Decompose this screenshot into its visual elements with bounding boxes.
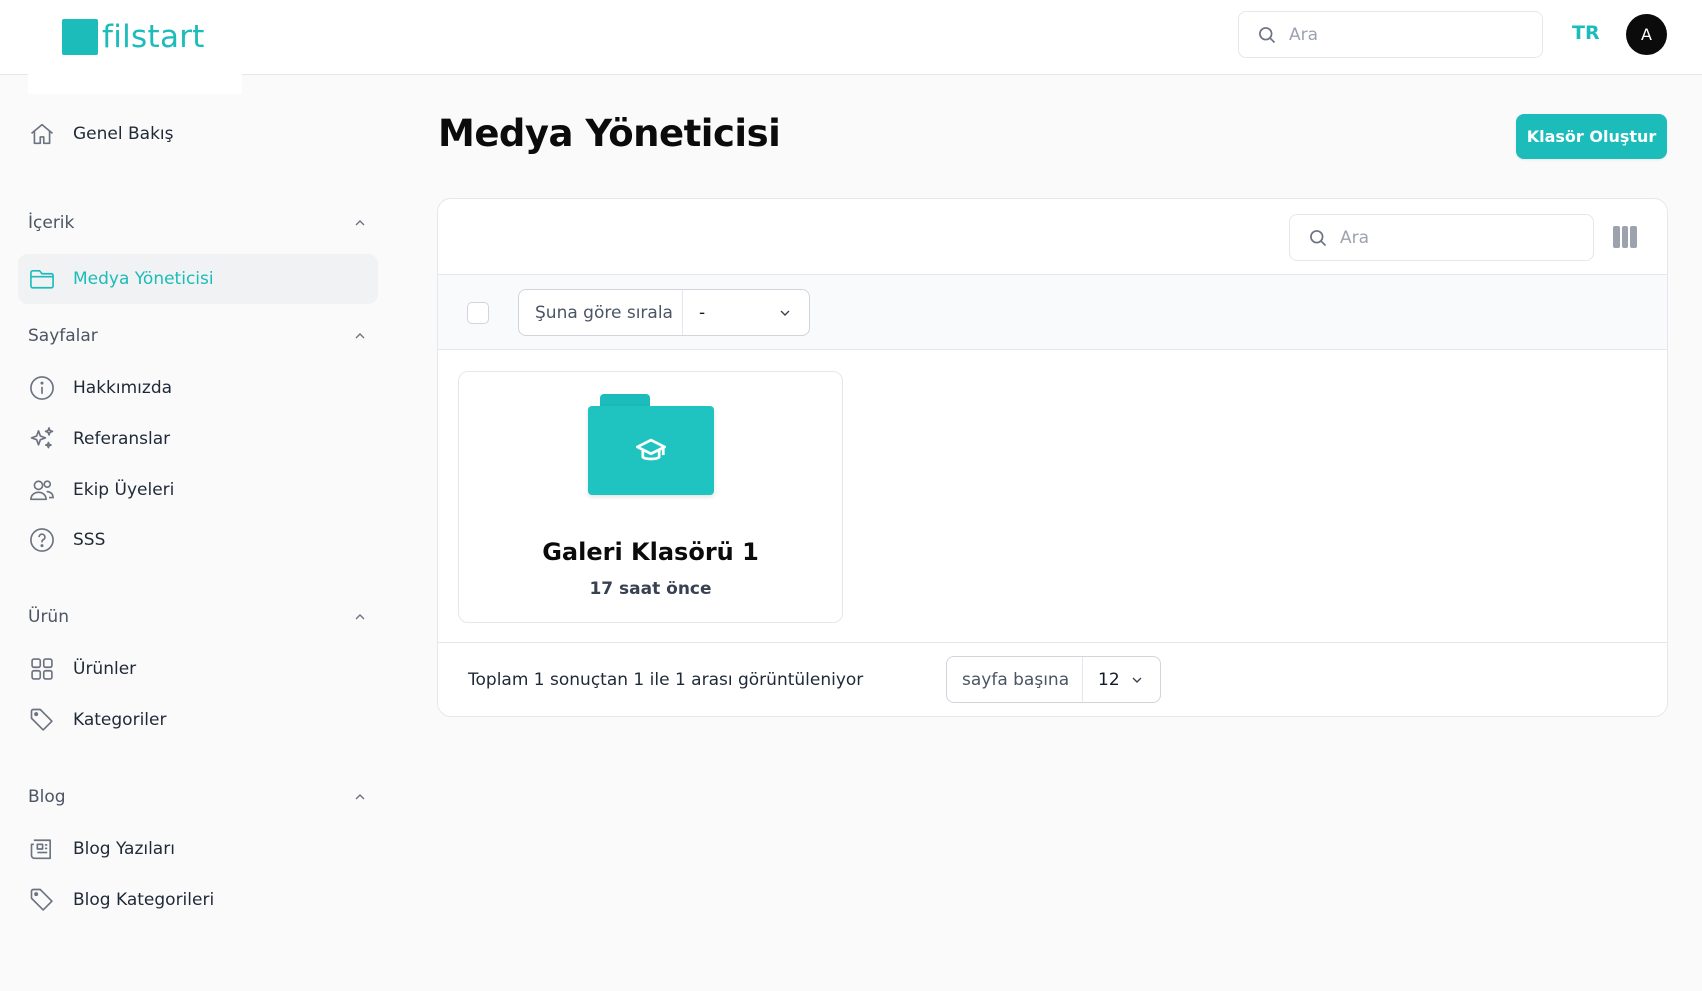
media-table-card: Şuna göre sırala - Galeri Klasörü 1 17 s… <box>437 198 1668 717</box>
sidebar-item-label: SSS <box>73 530 106 550</box>
sidebar-group-label: İçerik <box>28 213 75 233</box>
folder-card[interactable]: Galeri Klasörü 1 17 saat önce <box>458 371 843 623</box>
tag-icon <box>28 706 56 734</box>
sort-value: - <box>699 302 706 323</box>
search-icon <box>1310 229 1327 246</box>
global-search-input[interactable] <box>1289 24 1509 45</box>
sidebar-group-blog[interactable]: Blog <box>28 782 368 812</box>
table-header <box>438 199 1667 275</box>
tag-icon <box>28 886 56 914</box>
sidebar-group-pages[interactable]: Sayfalar <box>28 321 368 351</box>
sidebar-item-label: Blog Kategorileri <box>73 890 215 910</box>
sidebar: Genel Bakış İçerik Medya Yöneticisi Sayf… <box>0 94 390 991</box>
sidebar-item-label: Medya Yöneticisi <box>73 269 214 289</box>
per-page-label: sayfa başına <box>947 657 1083 702</box>
graduation-cap-icon <box>636 438 666 460</box>
user-avatar[interactable]: A <box>1626 14 1667 55</box>
global-search[interactable] <box>1238 11 1543 58</box>
sidebar-item-about[interactable]: Hakkımızda <box>18 363 378 413</box>
top-bar: TR A <box>0 0 1702 75</box>
sort-select[interactable]: - <box>683 290 809 335</box>
sidebar-item-label: Kategoriler <box>73 710 167 730</box>
per-page-control: sayfa başına 12 <box>946 656 1161 703</box>
brand-logo[interactable]: filstart <box>62 19 205 55</box>
sidebar-item-label: Ürünler <box>73 659 137 679</box>
per-page-value: 12 <box>1098 669 1120 690</box>
folder-icon <box>28 265 56 293</box>
chevron-down-icon <box>780 310 790 316</box>
sidebar-item-products[interactable]: Ürünler <box>18 644 378 694</box>
sidebar-item-blog-posts[interactable]: Blog Yazıları <box>18 824 378 874</box>
sidebar-group-content[interactable]: İçerik <box>28 208 368 238</box>
brand-name: filstart <box>102 19 205 55</box>
page-title: Medya Yöneticisi <box>438 112 781 155</box>
sidebar-group-label: Ürün <box>28 607 69 627</box>
home-icon <box>28 120 56 148</box>
table-search[interactable] <box>1289 214 1594 261</box>
sidebar-group-label: Sayfalar <box>28 326 98 346</box>
folder-name: Galeri Klasörü 1 <box>542 538 759 566</box>
folder-icon <box>588 394 714 496</box>
chevron-up-icon <box>355 794 365 800</box>
pagination-footer: Toplam 1 sonuçtan 1 ile 1 arası görüntül… <box>438 642 1667 716</box>
sidebar-item-media-manager[interactable]: Medya Yöneticisi <box>18 254 378 304</box>
select-all-checkbox[interactable] <box>467 302 489 324</box>
sort-control: Şuna göre sırala - <box>518 289 810 336</box>
result-count: Toplam 1 sonuçtan 1 ile 1 arası görüntül… <box>468 670 864 690</box>
sidebar-item-faq[interactable]: SSS <box>18 515 378 565</box>
logo-mark-icon <box>62 19 98 55</box>
sidebar-item-references[interactable]: Referanslar <box>18 414 378 464</box>
sidebar-item-label: Blog Yazıları <box>73 839 175 859</box>
info-icon <box>28 374 56 402</box>
sidebar-item-blog-categories[interactable]: Blog Kategorileri <box>18 875 378 925</box>
sidebar-group-label: Blog <box>28 787 66 807</box>
create-folder-button[interactable]: Klasör Oluştur <box>1516 114 1667 159</box>
chevron-up-icon <box>355 614 365 620</box>
sidebar-item-label: Hakkımızda <box>73 378 173 398</box>
chevron-down-icon <box>1132 677 1142 683</box>
chevron-up-icon <box>355 220 365 226</box>
folder-time: 17 saat önce <box>589 579 712 599</box>
table-search-input[interactable] <box>1340 227 1560 248</box>
sparkles-icon <box>28 425 56 453</box>
sidebar-item-overview[interactable]: Genel Bakış <box>18 109 378 159</box>
sort-label: Şuna göre sırala <box>519 290 683 335</box>
sidebar-item-categories[interactable]: Kategoriler <box>18 695 378 745</box>
users-icon <box>28 476 56 504</box>
columns-icon[interactable] <box>1613 226 1638 248</box>
sidebar-item-label: Referanslar <box>73 429 171 449</box>
search-icon <box>1259 26 1276 43</box>
per-page-select[interactable]: 12 <box>1083 657 1160 702</box>
sidebar-item-team-members[interactable]: Ekip Üyeleri <box>18 465 378 515</box>
question-icon <box>28 526 56 554</box>
language-switcher[interactable]: TR <box>1572 22 1600 44</box>
sort-toolbar: Şuna göre sırala - <box>438 275 1667 350</box>
chevron-up-icon <box>355 333 365 339</box>
grid-icon <box>28 655 56 683</box>
newspaper-icon <box>28 835 56 863</box>
sidebar-item-label: Ekip Üyeleri <box>73 480 175 500</box>
sidebar-item-label: Genel Bakış <box>73 124 174 144</box>
sidebar-group-product[interactable]: Ürün <box>28 602 368 632</box>
